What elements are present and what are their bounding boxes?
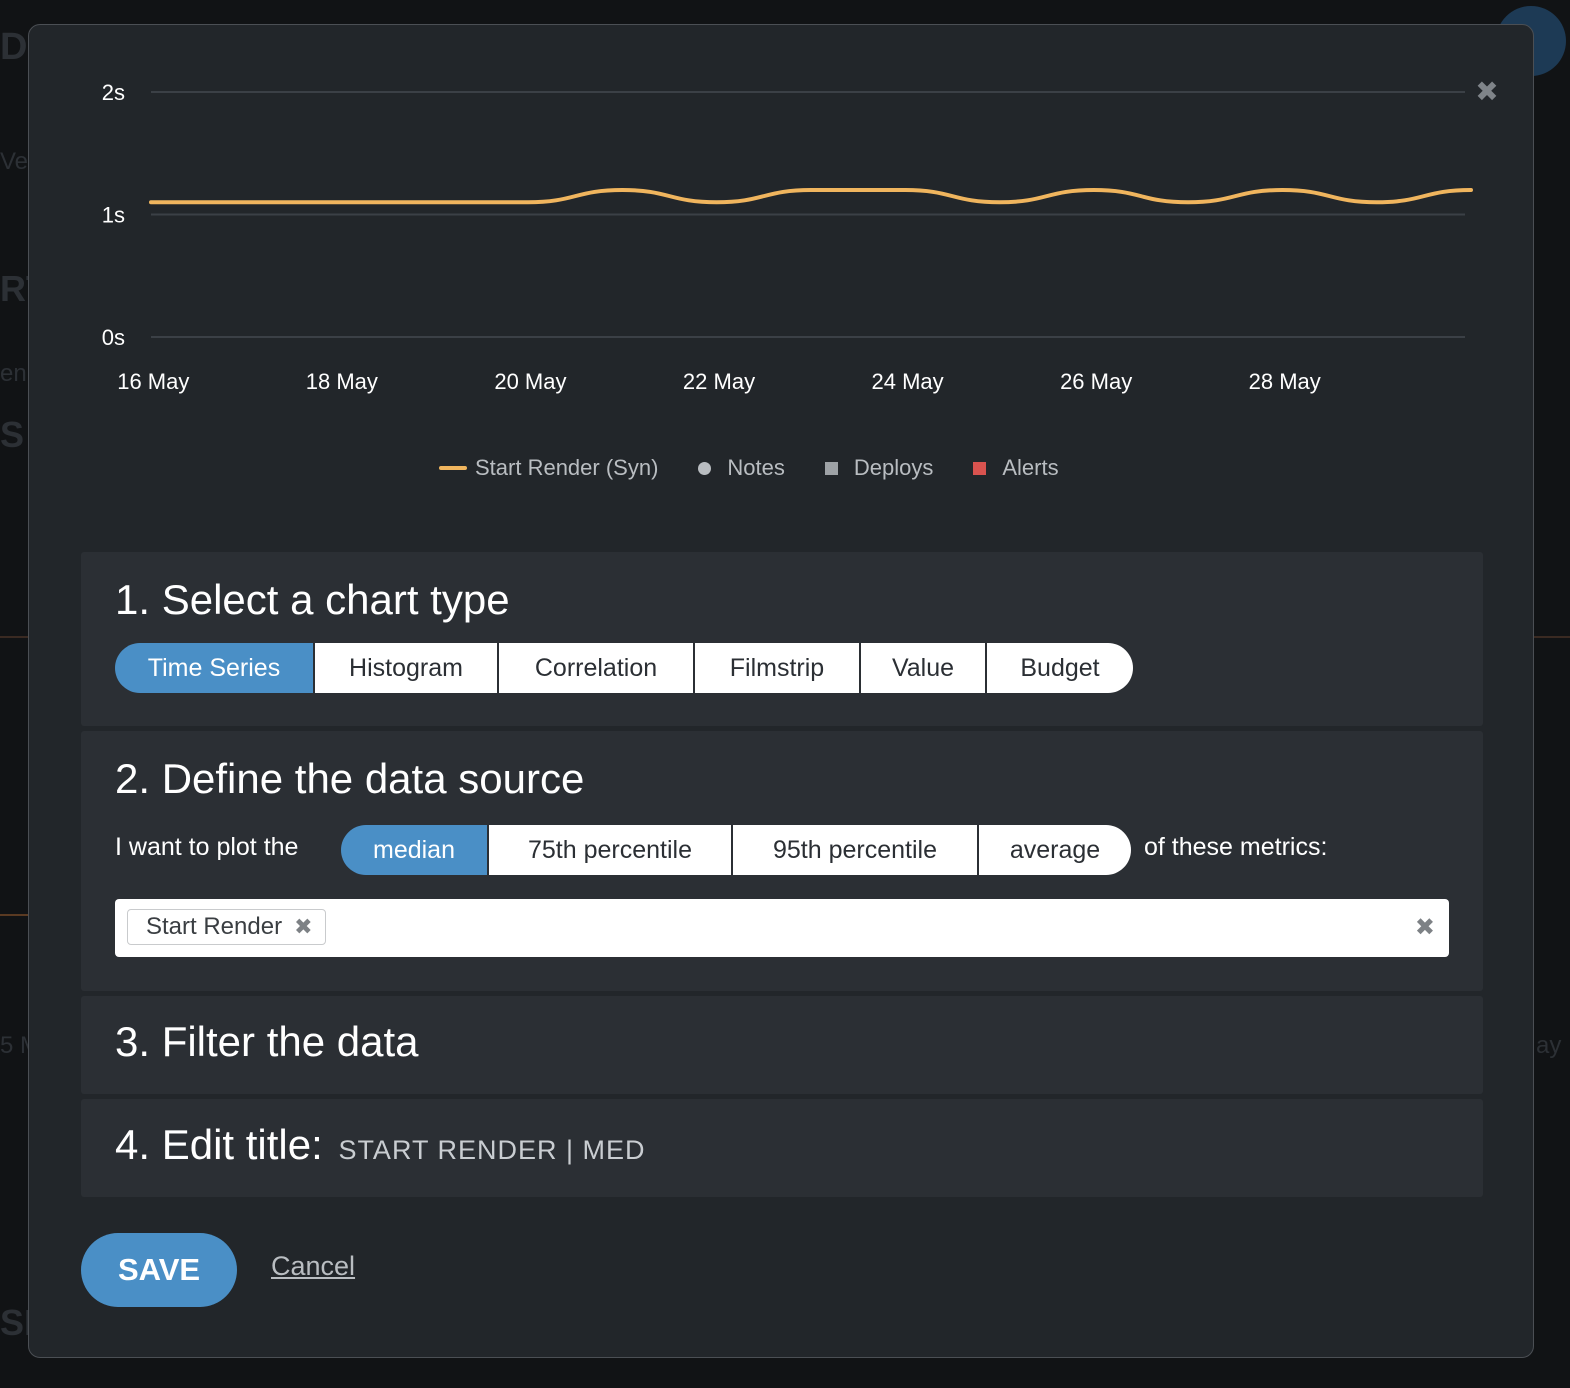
background-divider <box>0 636 28 638</box>
metric-tag-label: Start Render <box>146 913 283 940</box>
chart-type-selector: Time Series Histogram Correlation Filmst… <box>115 643 1133 693</box>
step-3-title: 3. Filter the data <box>115 1018 419 1065</box>
y-tick-label: 0s <box>102 325 125 350</box>
legend-item-start-render[interactable]: Start Render (Syn) <box>439 455 658 481</box>
legend-dot-icon <box>698 461 712 475</box>
background-fragment: S <box>0 414 25 455</box>
background-divider <box>0 914 28 916</box>
x-tick-label: 16 May <box>117 369 189 394</box>
clear-all-icon[interactable]: ✖ <box>1415 913 1435 941</box>
metric-tag: Start Render ✖ <box>127 909 326 945</box>
legend-label: Start Render (Syn) <box>475 455 659 480</box>
x-tick-label: 26 May <box>1060 369 1132 394</box>
edit-chart-modal: ✖ 0s 1s 2s 16 May 18 May 20 May 22 May 24 May 26… <box>28 24 1534 1358</box>
chart-type-time-series-button[interactable]: Time Series <box>115 643 315 693</box>
step-2-title: 2. Define the data source <box>115 755 585 802</box>
x-tick-label: 18 May <box>306 369 378 394</box>
save-button[interactable]: SAVE <box>81 1233 237 1307</box>
background-divider <box>1534 636 1570 638</box>
x-tick-label: 24 May <box>871 369 943 394</box>
aggregation-selector: median 75th percentile 95th percentile a… <box>341 825 1131 875</box>
aggregation-average-button[interactable]: average <box>979 825 1131 875</box>
aggregation-median-button[interactable]: median <box>341 825 489 875</box>
step-4-label: 4. Edit title: <box>115 1121 323 1168</box>
metrics-multiselect-input[interactable]: Start Render ✖ ✖ <box>115 899 1449 957</box>
legend-label: Notes <box>727 455 785 480</box>
chart-type-budget-button[interactable]: Budget <box>987 643 1133 693</box>
step-chart-type-panel: 1. Select a chart type Time Series Histo… <box>81 552 1483 726</box>
aggregation-95th-percentile-button[interactable]: 95th percentile <box>733 825 979 875</box>
x-tick-label: 20 May <box>494 369 566 394</box>
chart-title-value[interactable]: START RENDER | MED <box>338 1135 645 1165</box>
x-tick-label: 28 May <box>1249 369 1321 394</box>
y-tick-label: 2s <box>102 80 125 105</box>
chart-type-value-button[interactable]: Value <box>861 643 987 693</box>
plot-suffix-text: of these metrics: <box>1144 833 1328 861</box>
legend-item-deploys[interactable]: Deploys <box>824 455 934 481</box>
cancel-link[interactable]: Cancel <box>271 1251 355 1282</box>
background-fragment: D <box>0 26 28 68</box>
step-data-source-panel: 2. Define the data source I want to plot… <box>81 731 1483 991</box>
chart-type-filmstrip-button[interactable]: Filmstrip <box>695 643 861 693</box>
step-4-title: 4. Edit title: START RENDER | MED <box>115 1121 646 1169</box>
legend-square-icon <box>824 461 838 475</box>
legend-square-icon <box>973 461 987 475</box>
background-fragment: ay <box>1536 1032 1562 1059</box>
background-fragment: Ve <box>0 148 29 175</box>
legend-label: Deploys <box>853 455 934 480</box>
y-tick-label: 1s <box>102 203 125 228</box>
step-1-title: 1. Select a chart type <box>115 576 510 623</box>
step-filter-panel[interactable]: 3. Filter the data <box>81 996 1483 1094</box>
chart-type-correlation-button[interactable]: Correlation <box>499 643 695 693</box>
plot-prefix-text: I want to plot the <box>115 833 299 861</box>
aggregation-75th-percentile-button[interactable]: 75th percentile <box>489 825 733 875</box>
chart-type-histogram-button[interactable]: Histogram <box>315 643 499 693</box>
background-fragment: en <box>0 360 27 387</box>
legend-item-notes[interactable]: Notes <box>698 455 785 481</box>
time-series-chart: 0s 1s 2s 16 May 18 May 20 May 22 May 24 May 26 M… <box>102 80 1473 394</box>
step-edit-title-panel[interactable]: 4. Edit title: START RENDER | MED <box>81 1099 1483 1197</box>
x-tick-label: 22 May <box>683 369 755 394</box>
chart-legend: Start Render (Syn) Notes Deploys Alerts <box>439 453 1099 483</box>
series-line-start-render[interactable] <box>149 187 1473 205</box>
legend-label: Alerts <box>1002 455 1059 480</box>
legend-item-alerts[interactable]: Alerts <box>973 455 1059 481</box>
legend-line-icon <box>439 466 467 470</box>
remove-tag-icon[interactable]: ✖ <box>294 914 312 940</box>
